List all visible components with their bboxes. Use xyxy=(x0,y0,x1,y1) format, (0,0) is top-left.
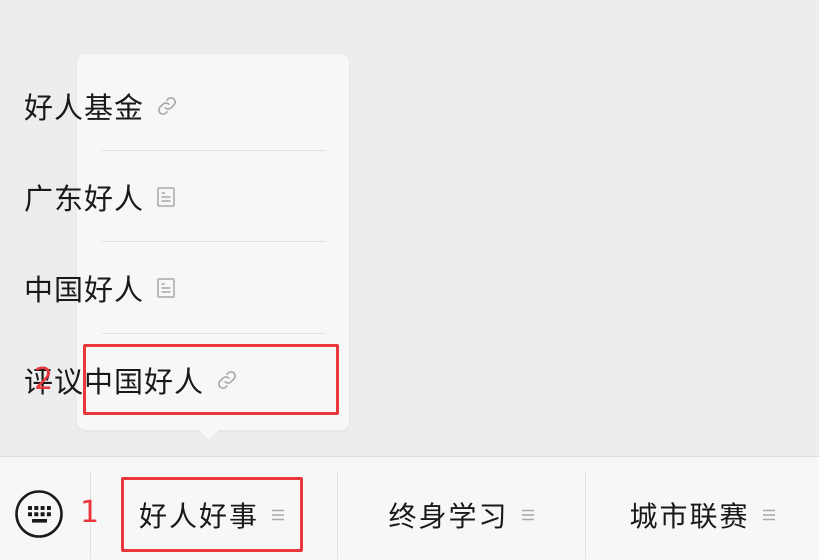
submenu-item-label: 中国好人 xyxy=(24,273,145,307)
article-icon xyxy=(156,277,176,299)
menu-lines-icon xyxy=(762,508,776,522)
submenu-item-guangdong[interactable]: 广东好人 xyxy=(24,153,250,241)
divider xyxy=(102,241,326,242)
step-number-1: 1 xyxy=(80,495,100,530)
submenu-item-label: 好人基金 xyxy=(24,91,145,125)
step-number-2: 2 xyxy=(34,362,54,397)
keyboard-icon xyxy=(15,490,63,538)
highlight-box-step-2 xyxy=(83,344,339,415)
divider xyxy=(102,333,326,334)
link-icon xyxy=(156,95,178,117)
submenu-item-china[interactable]: 中国好人 xyxy=(24,244,250,332)
menu-item-label: 城市联赛 xyxy=(629,500,750,533)
article-icon xyxy=(156,186,176,208)
menu-lifelong-learning[interactable]: 终身学习 xyxy=(338,480,585,550)
keyboard-toggle-button[interactable] xyxy=(14,489,64,539)
submenu-item-label: 广东好人 xyxy=(24,182,145,216)
menu-item-label: 终身学习 xyxy=(388,500,509,533)
highlight-box-step-1 xyxy=(121,477,303,552)
submenu-item-fund[interactable]: 好人基金 xyxy=(24,62,250,150)
divider xyxy=(102,150,326,151)
menu-lines-icon xyxy=(521,508,535,522)
menu-city-league[interactable]: 城市联赛 xyxy=(586,480,819,550)
